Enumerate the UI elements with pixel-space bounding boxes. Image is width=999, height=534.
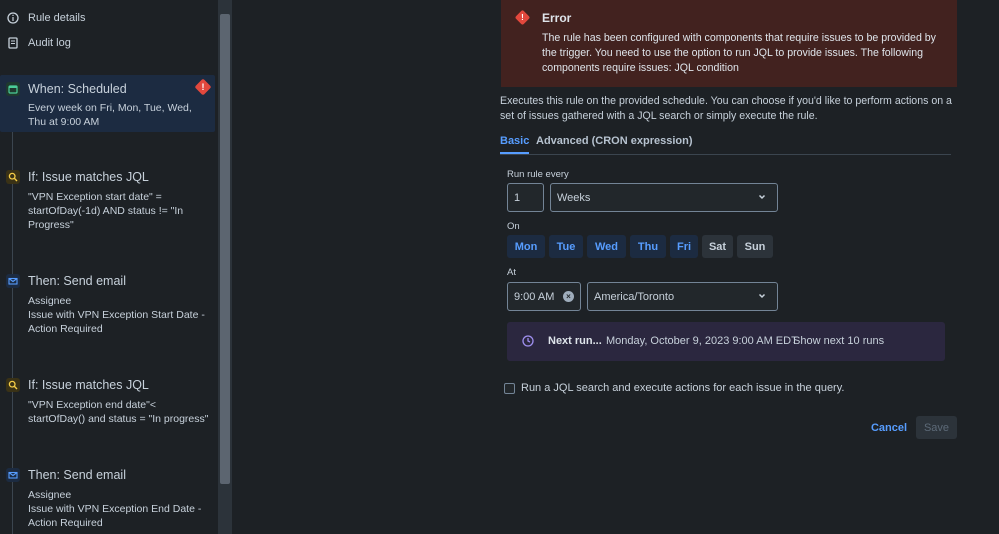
step-recipient: Assignee — [28, 295, 72, 307]
next-run-date: Monday, October 9, 2023 9:00 AM EDT — [606, 335, 798, 347]
chevron-down-icon — [757, 192, 767, 202]
step-subject: Issue with VPN Exception End Date - Acti… — [28, 503, 202, 529]
run-every-label: Run rule every — [507, 169, 569, 180]
sidebar-scrollbar-thumb[interactable] — [220, 14, 230, 484]
step-title: If: Issue matches JQL — [28, 170, 149, 184]
info-icon — [6, 11, 20, 25]
next-run-label: Next run... — [548, 335, 602, 347]
timezone-value: America/Toronto — [594, 290, 675, 303]
nav-rule-details[interactable]: Rule details — [6, 8, 85, 28]
time-value: 9:00 AM — [514, 290, 555, 303]
on-label: On — [507, 221, 520, 232]
step-title: Then: Send email — [28, 274, 126, 288]
document-icon — [6, 36, 20, 50]
step-subject: Issue with VPN Exception Start Date - Ac… — [28, 309, 205, 335]
mail-icon — [6, 274, 20, 288]
time-input[interactable]: 9:00 AM × — [507, 282, 581, 311]
step-when-scheduled[interactable]: When: Scheduled ! Every week on Fri, Mon… — [0, 75, 215, 132]
day-tue-toggle[interactable]: Tue — [549, 235, 583, 258]
mail-icon — [6, 468, 20, 482]
timezone-select[interactable]: America/Toronto — [587, 282, 778, 311]
step-send-email-start[interactable]: Then: Send email Assignee Issue with VPN… — [0, 272, 215, 342]
step-description: "VPN Exception start date" = startOfDay(… — [28, 191, 184, 231]
step-title: If: Issue matches JQL — [28, 378, 149, 392]
day-fri-toggle[interactable]: Fri — [670, 235, 698, 258]
day-sun-toggle[interactable]: Sun — [737, 235, 773, 258]
step-description: Assignee Issue with VPN Exception Start … — [28, 294, 212, 336]
nav-audit-log[interactable]: Audit log — [6, 33, 71, 53]
schedule-description: Executes this rule on the provided sched… — [500, 95, 952, 122]
interval-unit-value: Weeks — [557, 191, 591, 204]
error-symbol: ! — [201, 82, 205, 92]
interval-unit-select[interactable]: Weeks — [550, 183, 778, 212]
save-button[interactable]: Save — [916, 416, 957, 439]
show-next-runs-link[interactable]: Show next 10 runs — [793, 335, 884, 347]
day-wed-toggle[interactable]: Wed — [587, 235, 626, 258]
day-thu-toggle[interactable]: Thu — [630, 235, 666, 258]
error-icon: ! — [194, 78, 212, 96]
jql-search-label: Run a JQL search and execute actions for… — [521, 382, 845, 394]
clear-icon[interactable]: × — [563, 291, 574, 302]
tab-advanced[interactable]: Advanced (CRON expression) — [536, 135, 692, 153]
step-if-jql-end[interactable]: If: Issue matches JQL "VPN Exception end… — [0, 376, 215, 446]
nav-audit-log-label: Audit log — [28, 37, 71, 49]
step-title: When: Scheduled — [28, 82, 127, 96]
search-icon — [6, 170, 20, 184]
error-symbol: ! — [521, 13, 524, 22]
step-description: "VPN Exception end date"< startOfDay() a… — [28, 399, 209, 425]
error-banner: ! Error The rule has been configured wit… — [501, 0, 957, 87]
error-message: The rule has been configured with compon… — [542, 32, 936, 74]
nav-rule-details-label: Rule details — [28, 12, 86, 24]
calendar-icon — [6, 82, 20, 96]
error-icon: ! — [514, 9, 531, 26]
step-description: Assignee Issue with VPN Exception End Da… — [28, 488, 212, 530]
search-icon — [6, 378, 20, 392]
step-description: Every week on Fri, Mon, Tue, Wed, Thu at… — [28, 102, 192, 128]
day-mon-toggle[interactable]: Mon — [507, 235, 545, 258]
interval-value: 1 — [514, 191, 521, 204]
clock-icon — [522, 335, 534, 347]
interval-input[interactable]: 1 — [507, 183, 544, 212]
jql-search-checkbox[interactable] — [504, 383, 515, 394]
chevron-down-icon — [757, 291, 767, 301]
step-if-jql-start[interactable]: If: Issue matches JQL "VPN Exception sta… — [0, 168, 215, 238]
day-sat-toggle[interactable]: Sat — [702, 235, 733, 258]
step-recipient: Assignee — [28, 489, 72, 501]
step-send-email-end[interactable]: Then: Send email Assignee Issue with VPN… — [0, 466, 215, 534]
rule-sidebar: Rule details Audit log When: Scheduled !… — [0, 0, 218, 534]
schedule-tabs: Basic Advanced (CRON expression) — [500, 135, 951, 155]
error-title: Error — [542, 11, 572, 25]
next-run-panel: Next run... Monday, October 9, 2023 9:00… — [507, 322, 945, 361]
cancel-button[interactable]: Cancel — [866, 417, 912, 439]
at-label: At — [507, 267, 516, 278]
step-title: Then: Send email — [28, 468, 126, 482]
tab-basic[interactable]: Basic — [500, 135, 530, 154]
